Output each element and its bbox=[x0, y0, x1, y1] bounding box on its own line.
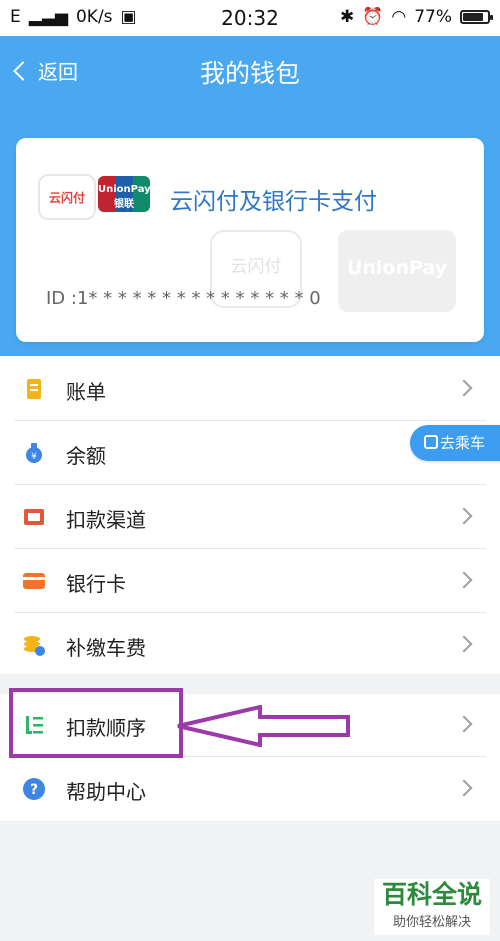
menu-label-bank-card: 银行卡 bbox=[66, 572, 126, 596]
battery-percent: 77% bbox=[414, 7, 452, 27]
svg-text:¥: ¥ bbox=[31, 452, 37, 462]
menu-item-bank-card[interactable]: 银行卡 bbox=[0, 550, 500, 613]
chevron-right-icon bbox=[455, 571, 473, 589]
coins-icon bbox=[24, 636, 45, 656]
wifi-icon: ◠ bbox=[391, 7, 407, 27]
chevron-right-icon bbox=[455, 507, 473, 525]
go-ride-label: 去乘车 bbox=[440, 434, 486, 452]
chevron-right-icon bbox=[455, 635, 473, 653]
menu-item-help[interactable]: ? 帮助中心 bbox=[0, 758, 500, 821]
divider bbox=[14, 484, 486, 485]
status-right: ✱ ⏰ ◠ 77% bbox=[339, 7, 493, 27]
divider bbox=[14, 420, 486, 421]
ticket-icon bbox=[424, 435, 438, 449]
divider bbox=[14, 548, 486, 549]
menu-label-bill: 账单 bbox=[66, 380, 106, 404]
menu-group-main: 账单 ¥ 余额 扣款渠道 银行卡 补缴车费 bbox=[0, 356, 500, 674]
watermark-subtitle: 助你轻松解决 bbox=[392, 915, 471, 930]
chevron-right-icon bbox=[455, 779, 473, 797]
menu-label-balance: 余额 bbox=[66, 444, 106, 468]
highlight-box bbox=[9, 688, 183, 758]
help-icon: ? bbox=[23, 778, 45, 800]
divider bbox=[14, 612, 486, 613]
arrow-left-icon bbox=[177, 705, 350, 747]
menu-item-deduct-channel[interactable]: 扣款渠道 bbox=[0, 486, 500, 549]
unionpay-watermark: UnionPay 银联 bbox=[338, 230, 456, 342]
status-bar: E ▂▃▅ 0K/s ▣ 20:32 ✱ ⏰ ◠ 77% bbox=[0, 0, 500, 36]
alarm-icon: ⏰ bbox=[362, 7, 384, 27]
go-ride-button[interactable]: 去乘车 bbox=[410, 425, 500, 461]
menu-label-deduct-channel: 扣款渠道 bbox=[66, 508, 146, 532]
bluetooth-icon: ✱ bbox=[339, 7, 355, 27]
menu-item-bill[interactable]: 账单 bbox=[0, 358, 500, 421]
bill-icon bbox=[27, 379, 41, 399]
card-id: ID :1* * * * * * * * * * * * * * * 0 bbox=[46, 288, 321, 309]
bank-card-icon bbox=[23, 573, 45, 589]
chevron-right-icon bbox=[455, 379, 473, 397]
menu-label-pay-fee: 补缴车费 bbox=[66, 636, 146, 660]
watermark-badge: 百科全说 助你轻松解决 bbox=[374, 879, 490, 935]
yunshanfu-logo-icon: 云闪付 bbox=[38, 174, 96, 220]
unionpay-logo-text: UnionPay 银联 bbox=[98, 184, 150, 210]
svg-text:?: ? bbox=[30, 782, 38, 798]
chevron-right-icon bbox=[455, 715, 473, 733]
card-title: 云闪付及银行卡支付 bbox=[170, 189, 377, 215]
menu-label-help: 帮助中心 bbox=[66, 780, 146, 804]
menu-item-pay-fee[interactable]: 补缴车费 bbox=[0, 614, 500, 677]
unionpay-logo-icon: UnionPay 银联 bbox=[98, 176, 150, 212]
money-bag-icon: ¥ bbox=[26, 443, 42, 463]
page-title: 我的钱包 bbox=[199, 59, 300, 88]
watermark-title: 百科全说 bbox=[381, 880, 482, 909]
yunshanfu-logo-text: 云闪付 bbox=[48, 190, 85, 205]
battery-icon bbox=[460, 10, 493, 24]
wallet-card[interactable]: 云闪付 UnionPay 银联 云闪付及银行卡支付 云闪付 UnionPay 银… bbox=[16, 138, 484, 342]
channel-icon bbox=[24, 509, 44, 525]
